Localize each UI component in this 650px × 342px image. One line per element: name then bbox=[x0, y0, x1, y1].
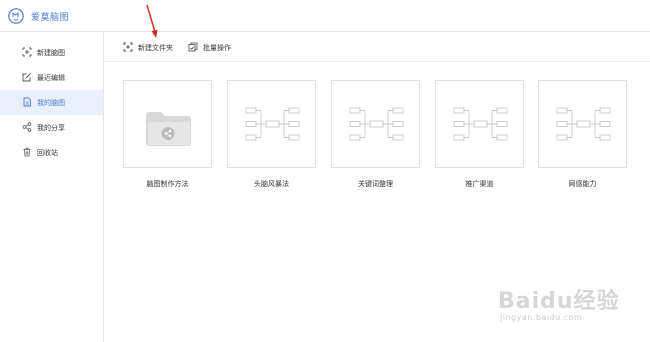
mindmap-icon bbox=[245, 107, 300, 141]
top-bar: 爱莫脑图 bbox=[0, 0, 650, 32]
sidebar-item-label: 我的分享 bbox=[37, 124, 65, 132]
sidebar-item-label: 我的脑图 bbox=[37, 99, 65, 107]
new-folder-label: 新建文件夹 bbox=[138, 44, 173, 52]
baidu-watermark: Baidu经验 jingyan.baidu.com bbox=[498, 283, 628, 333]
batch-icon bbox=[188, 42, 198, 52]
mindmap-icon bbox=[453, 107, 508, 141]
card-label: 推广渠道 bbox=[465, 180, 494, 188]
sidebar-item-recent[interactable]: 最近编辑 bbox=[0, 65, 103, 90]
app-title: 爱莫脑图 bbox=[31, 13, 70, 23]
mindmap-card[interactable] bbox=[227, 80, 316, 168]
batch-operation-button[interactable]: 批量操作 bbox=[188, 42, 248, 54]
sidebar-item-my-shares[interactable]: 我的分享 bbox=[0, 115, 103, 140]
mindmap-icon bbox=[556, 107, 611, 141]
watermark-brand: Baidu经验 bbox=[498, 289, 620, 314]
trash-icon bbox=[23, 147, 31, 157]
sidebar-item-label: 回收站 bbox=[37, 149, 58, 157]
mindmap-card[interactable] bbox=[435, 80, 524, 168]
sidebar-item-trash[interactable]: 回收站 bbox=[0, 140, 103, 165]
folder-icon bbox=[146, 112, 191, 146]
new-folder-button[interactable]: 新建文件夹 bbox=[123, 42, 193, 54]
mindmap-icon bbox=[349, 107, 404, 141]
card-label: 头脑风暴法 bbox=[254, 180, 289, 188]
batch-operation-label: 批量操作 bbox=[203, 44, 231, 52]
share-icon bbox=[22, 122, 32, 132]
folder-card[interactable] bbox=[123, 80, 212, 168]
edit-icon bbox=[22, 73, 31, 82]
mindmap-card[interactable] bbox=[538, 80, 627, 168]
card-label: 脑图制作方法 bbox=[146, 180, 189, 188]
sidebar-item-label: 新建脑图 bbox=[37, 49, 65, 57]
mindmap-card[interactable] bbox=[331, 80, 420, 168]
sidebar: 新建脑图 最近编辑 我的脑图 我的分享 回收站 bbox=[0, 32, 104, 342]
sidebar-item-new-mindmap[interactable]: 新建脑图 bbox=[0, 40, 103, 65]
document-icon bbox=[23, 97, 31, 107]
plus-square-icon bbox=[22, 47, 32, 57]
sidebar-item-my-mindmaps[interactable]: 我的脑图 bbox=[0, 90, 103, 115]
red-arrow-icon bbox=[146, 4, 158, 38]
card-label: 网感能力 bbox=[568, 180, 597, 188]
watermark-url: jingyan.baidu.com bbox=[500, 313, 583, 322]
toolbar: 新建文件夹 批量操作 bbox=[104, 32, 650, 62]
new-folder-icon bbox=[123, 42, 133, 52]
app-logo-icon bbox=[8, 8, 24, 24]
card-label: 关键词整理 bbox=[358, 180, 393, 188]
sidebar-item-label: 最近编辑 bbox=[37, 74, 65, 82]
